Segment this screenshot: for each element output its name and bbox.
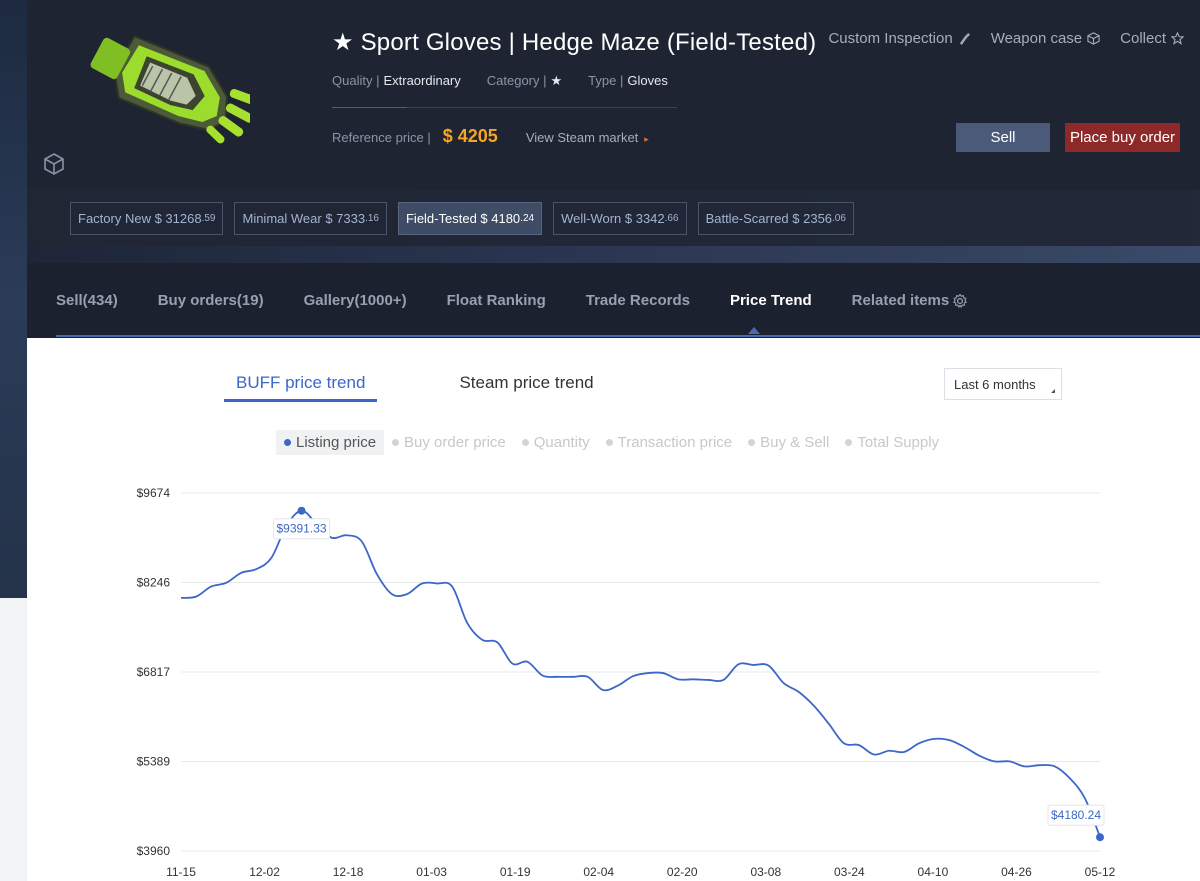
x-tick-label: 11-15 bbox=[166, 865, 196, 879]
top-actions: Custom Inspection Weapon case Collect bbox=[828, 30, 1184, 47]
wear-factory-new[interactable]: Factory New $ 31268.59 bbox=[70, 202, 224, 235]
type-field: Type | Gloves bbox=[588, 73, 668, 89]
wear-label: Factory New $ 31268 bbox=[78, 211, 202, 226]
item-title: ★ Sport Gloves | Hedge Maze (Field-Teste… bbox=[332, 29, 817, 56]
tabs: Sell(434) Buy orders(19) Gallery(1000+) … bbox=[56, 292, 949, 309]
3d-cube-icon[interactable] bbox=[42, 152, 66, 176]
value-tooltip-label: $4180.24 bbox=[1051, 808, 1101, 822]
star-icon bbox=[1171, 32, 1184, 45]
wear-decimal: .24 bbox=[520, 213, 535, 224]
quality-field: Quality | Extraordinary bbox=[332, 73, 461, 89]
category-label: Category | bbox=[486, 73, 547, 88]
wear-label: Battle-Scarred $ 2356 bbox=[705, 211, 833, 226]
x-tick-label: 03-24 bbox=[834, 865, 865, 879]
reference-price-label: Reference price | bbox=[332, 130, 431, 145]
x-tick-label: 12-18 bbox=[333, 865, 364, 879]
x-tick-label: 12-02 bbox=[249, 865, 280, 879]
collect-label: Collect bbox=[1120, 30, 1166, 47]
custom-inspection-label: Custom Inspection bbox=[828, 30, 953, 47]
value-tooltip-label: $9391.33 bbox=[276, 522, 326, 536]
divider bbox=[332, 107, 677, 108]
y-tick-label: $9674 bbox=[137, 486, 171, 500]
tab-buy-orders[interactable]: Buy orders(19) bbox=[158, 292, 264, 309]
type-label: Type | bbox=[588, 73, 624, 88]
y-tick-label: $5389 bbox=[137, 755, 171, 769]
category-field: Category | ★ bbox=[487, 73, 562, 89]
listing-price-line bbox=[180, 509, 1101, 838]
tab-trade-records[interactable]: Trade Records bbox=[586, 292, 690, 309]
active-tab-indicator bbox=[748, 327, 760, 334]
category-value: ★ bbox=[550, 73, 563, 88]
y-tick-label: $8246 bbox=[137, 576, 171, 590]
brush-icon bbox=[959, 33, 970, 45]
cube-icon bbox=[1087, 32, 1100, 45]
wear-decimal: .16 bbox=[365, 213, 379, 224]
x-tick-label: 02-20 bbox=[667, 865, 698, 879]
x-tick-label: 01-19 bbox=[500, 865, 531, 879]
wear-minimal-wear[interactable]: Minimal Wear $ 7333.16 bbox=[234, 202, 387, 235]
item-meta: Quality | Extraordinary Category | ★ Type … bbox=[332, 73, 668, 89]
wear-field-tested[interactable]: Field-Tested $ 4180.24 bbox=[397, 202, 543, 235]
y-tick-label: $6817 bbox=[137, 665, 171, 679]
tab-gallery[interactable]: Gallery(1000+) bbox=[304, 292, 407, 309]
x-tick-label: 05-12 bbox=[1085, 865, 1116, 879]
wear-label: Minimal Wear $ 7333 bbox=[242, 211, 366, 226]
wear-decimal: .59 bbox=[201, 213, 216, 224]
wear-decimal: .06 bbox=[832, 213, 846, 224]
wear-battle-scarred[interactable]: Battle-Scarred $ 2356.06 bbox=[697, 202, 854, 235]
data-point-marker bbox=[1096, 833, 1104, 842]
glove-image bbox=[90, 34, 250, 144]
y-tick-label: $3960 bbox=[137, 844, 171, 858]
wear-well-worn[interactable]: Well-Worn $ 3342.66 bbox=[553, 202, 687, 235]
tab-float-ranking[interactable]: Float Ranking bbox=[447, 292, 546, 309]
place-buy-order-button[interactable]: Place buy order bbox=[1065, 123, 1180, 152]
x-tick-label: 04-10 bbox=[918, 865, 949, 879]
collect-button[interactable]: Collect bbox=[1120, 30, 1184, 47]
weapon-case-link[interactable]: Weapon case bbox=[991, 30, 1100, 47]
quality-label: Quality | bbox=[332, 73, 380, 88]
quality-value: Extraordinary bbox=[383, 73, 461, 88]
data-point-marker bbox=[297, 506, 306, 515]
tab-underline bbox=[56, 335, 1200, 337]
background-panel bbox=[0, 0, 27, 598]
view-steam-market-link[interactable]: View Steam market bbox=[526, 130, 638, 145]
reference-price: Reference price | $ 4205 View Steam mark… bbox=[332, 126, 649, 147]
price-trend-panel: BUFF price trend Steam price trend Last … bbox=[27, 338, 1200, 881]
tab-related-items[interactable]: Related items bbox=[852, 292, 950, 309]
tab-bar: Sell(434) Buy orders(19) Gallery(1000+) … bbox=[27, 263, 1200, 338]
type-value: Gloves bbox=[627, 73, 668, 88]
x-tick-label: 04-26 bbox=[1001, 865, 1032, 879]
reference-price-value: $ 4205 bbox=[442, 126, 498, 146]
tab-sell[interactable]: Sell(434) bbox=[56, 292, 118, 309]
custom-inspection-link[interactable]: Custom Inspection bbox=[828, 30, 970, 47]
price-line-chart: $9674 $8246 $6817 $5389 $3960 11-15 12-02 12-18… bbox=[137, 486, 1116, 879]
wear-label: Well-Worn $ 3342 bbox=[561, 211, 665, 226]
wear-decimal: .66 bbox=[664, 213, 679, 224]
x-tick-label: 01-03 bbox=[416, 865, 447, 879]
x-tick-label: 03-08 bbox=[750, 865, 781, 879]
gear-icon[interactable] bbox=[952, 293, 968, 309]
wear-selector: Factory New $ 31268.59 Minimal Wear $ 73… bbox=[70, 202, 854, 235]
tab-price-trend[interactable]: Price Trend bbox=[730, 292, 812, 309]
weapon-case-label: Weapon case bbox=[990, 30, 1083, 47]
sell-button[interactable]: Sell bbox=[956, 123, 1050, 152]
wear-label: Field-Tested $ 4180 bbox=[405, 211, 521, 226]
arrow-right-icon: ▸ bbox=[644, 134, 649, 144]
x-tick-label: 02-04 bbox=[583, 865, 614, 879]
